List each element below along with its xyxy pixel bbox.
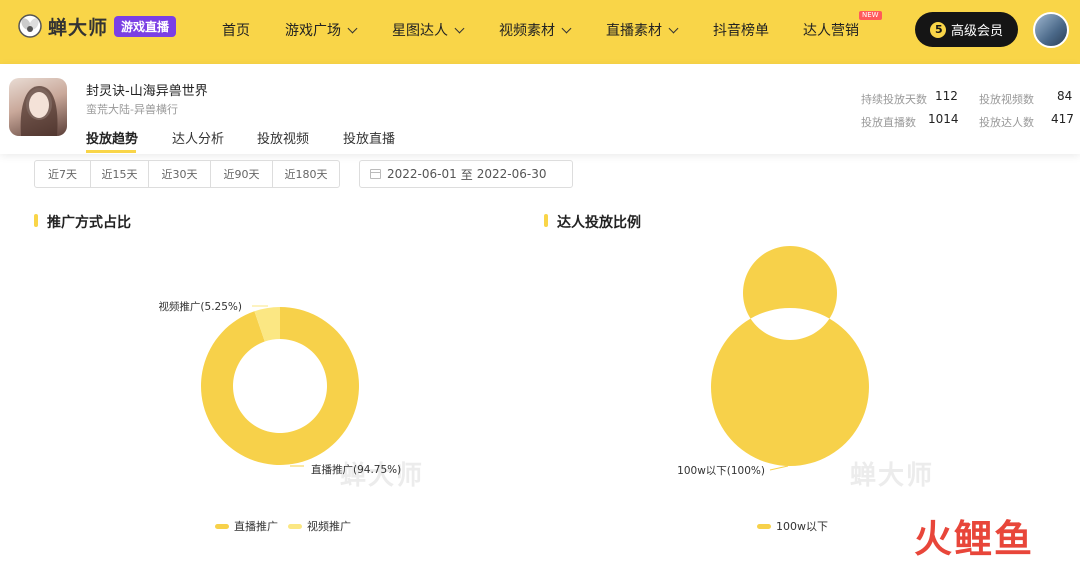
legend-label: 直播推广 — [234, 520, 278, 533]
legend-label: 视频推广 — [307, 520, 351, 533]
donut-charts: 直播推广(94.75%) 视频推广(5.25%) 100w以下(100%) — [158, 246, 869, 477]
corner-brand-logo: 火鲤鱼 — [914, 508, 1034, 563]
corner-brand-text: 火鲤鱼 — [914, 517, 1035, 561]
legend-swatch — [288, 523, 302, 529]
legend-item[interactable]: 视频推广 — [288, 518, 351, 534]
legend-swatch — [757, 523, 771, 529]
slice-label: 100w以下(100%) — [677, 465, 765, 477]
legend-talent: 100w以下 — [757, 518, 838, 534]
legend-item[interactable]: 直播推广 — [215, 518, 278, 534]
legend-promo: 直播推广 视频推广 — [215, 518, 361, 534]
label-leader-line — [769, 465, 789, 471]
slice-label: 视频推广(5.25%) — [158, 300, 242, 313]
legend-swatch — [215, 523, 229, 529]
slice-label: 直播推广(94.75%) — [311, 463, 401, 476]
donut-slice[interactable] — [710, 246, 869, 466]
legend-item[interactable]: 100w以下 — [757, 518, 828, 534]
legend-label: 100w以下 — [776, 520, 828, 533]
